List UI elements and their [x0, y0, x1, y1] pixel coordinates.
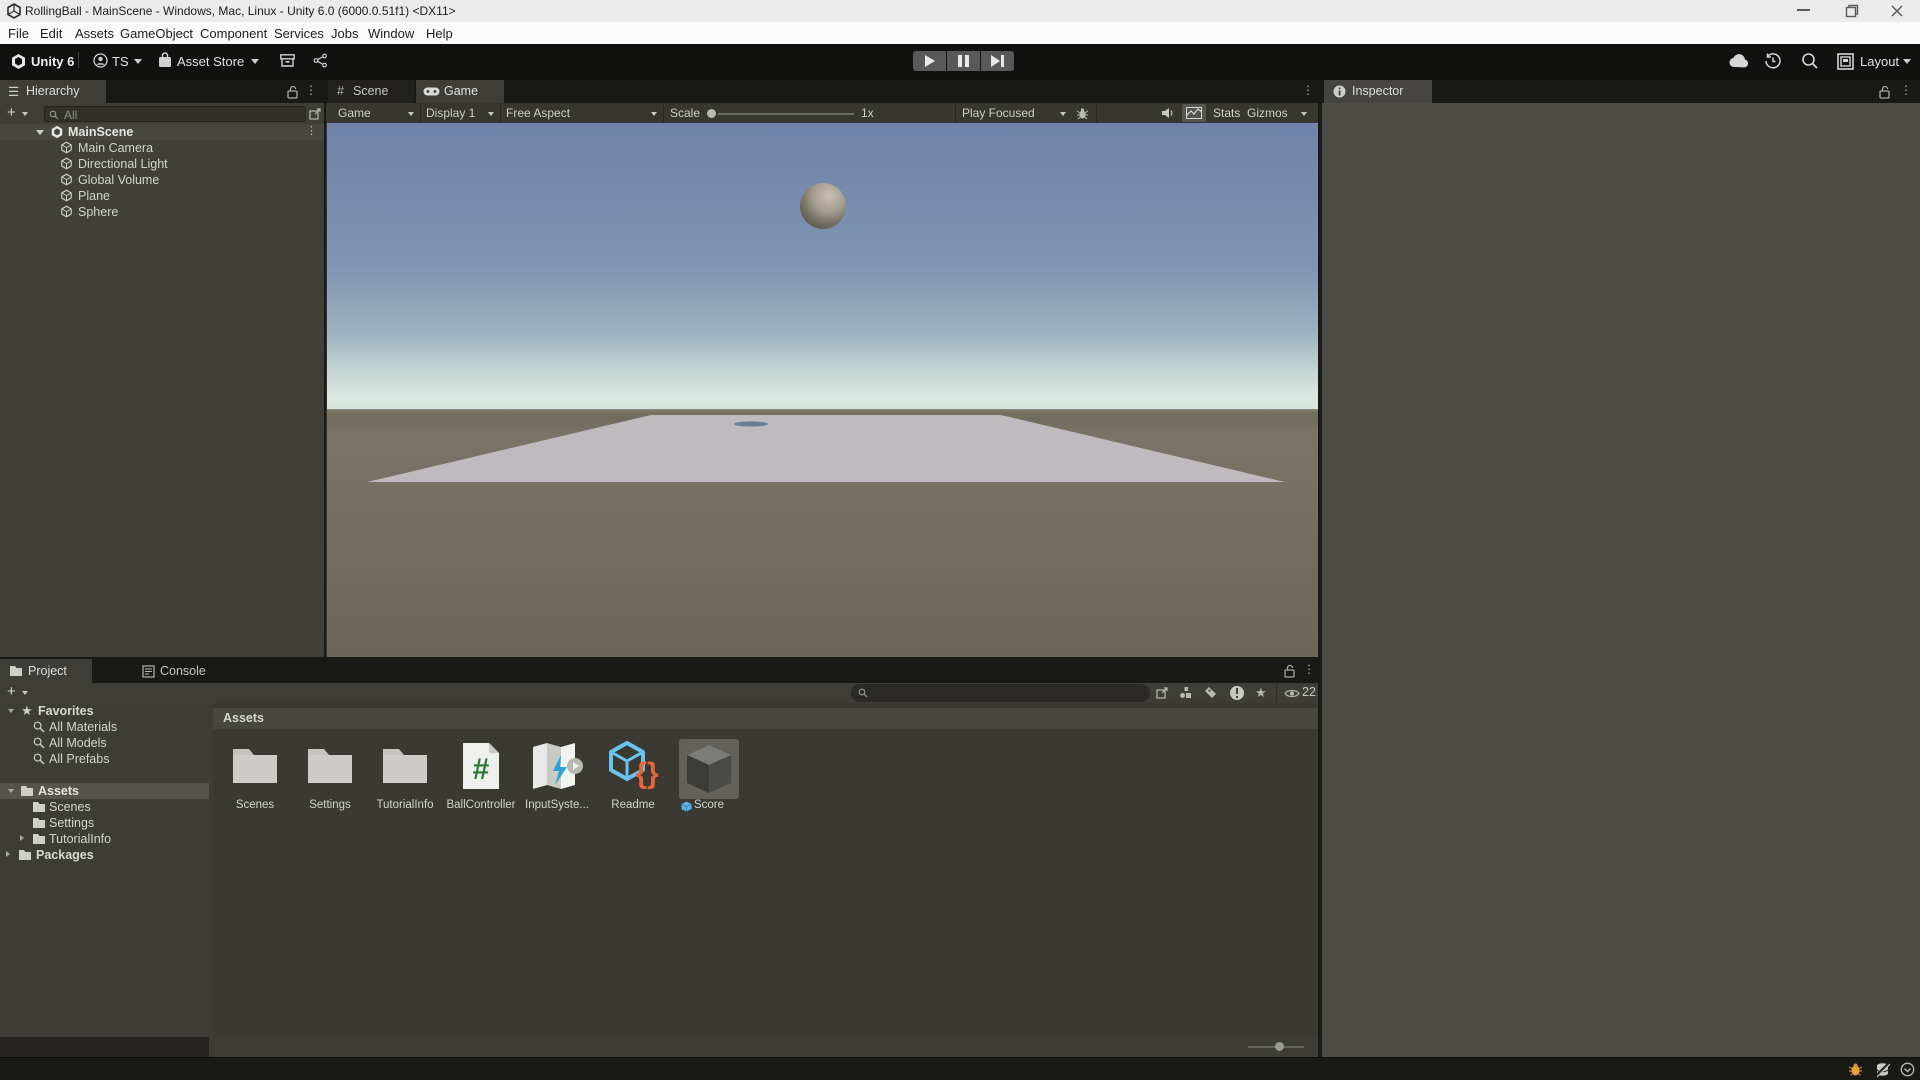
svg-text:{}: {}	[635, 757, 659, 790]
svg-text:#: #	[473, 753, 490, 786]
